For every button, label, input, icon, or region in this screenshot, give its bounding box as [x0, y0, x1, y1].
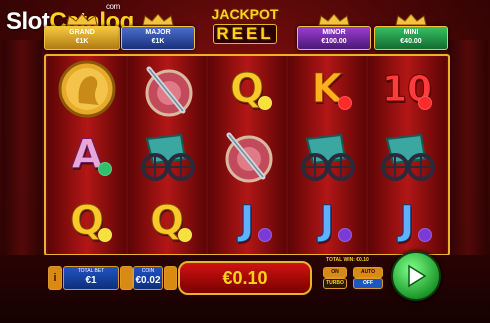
gold-coin-symbol [48, 56, 126, 122]
letter-symbol: Q [128, 188, 206, 254]
autoplay-button[interactable]: AUTO [353, 267, 383, 278]
jackpot-mini-value: €40.00 [400, 38, 422, 45]
total-bet-label: TOTAL BET [77, 268, 105, 274]
reel-2: Q [128, 56, 206, 254]
gem-icon [98, 162, 112, 176]
jackpot-grand: GRAND €1K [44, 14, 120, 50]
symbol-letter: J [319, 198, 335, 245]
play-icon [408, 264, 427, 288]
reel-3: QJ [208, 56, 286, 254]
jackpot-minor-value: €100.00 [321, 38, 347, 45]
letter-symbol: Q [208, 56, 286, 122]
letter-symbol: K [288, 56, 366, 122]
crown-icon [142, 14, 174, 26]
gem-icon [418, 228, 432, 242]
turbo-label: TURBO [323, 278, 347, 289]
total-win-text: TOTAL WIN: €0.10 [326, 257, 369, 263]
letter-symbol: 10 [368, 56, 446, 122]
game-title-line2: REEL [213, 24, 277, 44]
symbol-letter: J [239, 198, 255, 245]
jackpot-grand-value: €1K [75, 38, 89, 45]
coin-label: COIN [141, 268, 155, 274]
letter-symbol: J [368, 188, 446, 254]
chariot-symbol [288, 122, 366, 188]
game-title-line1: JACKPOT [211, 6, 279, 22]
reel-1: AQ [48, 56, 126, 254]
symbol-letter: J [399, 198, 415, 245]
letter-symbol: A [48, 122, 126, 188]
left-pillar [2, 40, 42, 260]
chariot-symbol [128, 122, 206, 188]
reel-area: A Q Q Q J K J 10 J [44, 54, 450, 256]
letter-symbol: Q [48, 188, 126, 254]
gem-icon [98, 228, 112, 242]
gem-icon [338, 228, 352, 242]
coin-value: €0.02 [135, 275, 161, 286]
jackpot-minor: MINOR €100.00 [297, 14, 371, 50]
letter-symbol: J [208, 188, 286, 254]
reel-4: KJ [288, 56, 366, 254]
letter-symbol: J [288, 188, 366, 254]
coin-display: COIN €0.02 [133, 266, 163, 290]
watermark-brand: Slot [6, 8, 50, 35]
jackpot-major-value: €1K [151, 38, 165, 45]
coin-increase-button[interactable] [164, 266, 177, 290]
win-display: €0.10 [178, 261, 312, 295]
crown-icon [318, 14, 350, 26]
jackpot-major-name: MAJOR [145, 29, 171, 36]
right-pillar [448, 40, 488, 260]
jackpot-grand-name: GRAND [69, 29, 95, 36]
chariot-symbol [368, 122, 446, 188]
sword-shield-symbol [208, 122, 286, 188]
jackpot-mini-name: MINI [403, 29, 419, 36]
watermark-suffix: com [106, 2, 120, 11]
jackpot-mini: MINI €40.00 [374, 14, 448, 50]
game-title: JACKPOT REEL [205, 6, 285, 44]
info-button[interactable]: i [48, 266, 62, 290]
jackpot-major: MAJOR €1K [121, 14, 195, 50]
jackpot-minor-name: MINOR [322, 29, 346, 36]
gem-icon [418, 96, 432, 110]
coin-decrease-button[interactable] [120, 266, 133, 290]
total-bet-display: TOTAL BET €1 [63, 266, 119, 290]
gem-icon [258, 96, 272, 110]
sword-shield-symbol [128, 56, 206, 122]
autoplay-off-toggle[interactable]: OFF [353, 278, 383, 289]
turbo-on-toggle[interactable]: ON [323, 267, 347, 278]
gem-icon [178, 228, 192, 242]
crown-icon [66, 14, 98, 26]
reel-5: 10 J [368, 56, 446, 254]
total-bet-value: €1 [85, 275, 97, 286]
gem-icon [258, 228, 272, 242]
spin-button[interactable] [391, 251, 441, 301]
crown-icon [395, 14, 427, 26]
gem-icon [338, 96, 352, 110]
